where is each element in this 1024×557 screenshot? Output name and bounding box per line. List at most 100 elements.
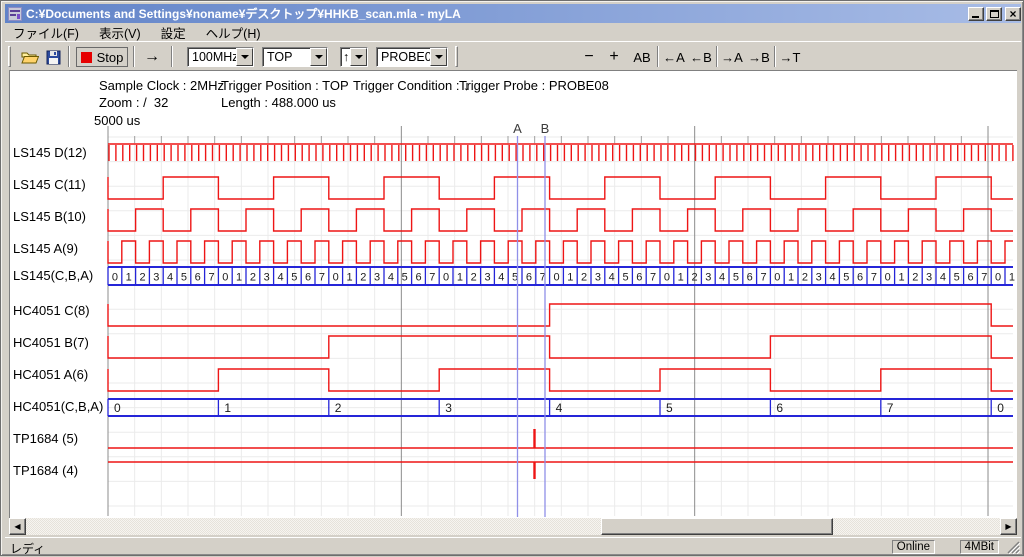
bus-value: 6: [967, 272, 973, 284]
chevron-down-icon[interactable]: [236, 48, 253, 66]
zoom-in-button[interactable]: +: [602, 47, 626, 67]
scroll-right-icon: ▶: [1005, 522, 1011, 531]
goto-cursor-b-right-button[interactable]: →B: [746, 47, 772, 67]
goto-cursor-a-right-button[interactable]: →A: [719, 47, 745, 67]
bus-value: 4: [940, 272, 946, 284]
goto-trigger-button[interactable]: →T: [777, 47, 803, 67]
stop-label: Stop: [97, 50, 124, 65]
bus-value: 1: [236, 272, 242, 284]
zoom-out-button[interactable]: −: [577, 47, 601, 67]
maximize-button[interactable]: [986, 7, 1002, 21]
bus-value: 2: [912, 272, 918, 284]
probe-value: PROBE00: [377, 48, 430, 66]
trigger-edge-select[interactable]: ↑: [340, 47, 368, 67]
bus-value: 6: [526, 272, 532, 284]
signal-label-8: HC4051(C,B,A): [13, 399, 103, 415]
close-button[interactable]: ×: [1005, 7, 1021, 21]
menu-item-1[interactable]: 表示(V): [91, 22, 149, 43]
bus-value: 4: [498, 272, 504, 284]
open-file-button[interactable]: [18, 46, 41, 68]
bus-value: 7: [760, 272, 766, 284]
signal-label-4: LS145(C,B,A): [13, 268, 93, 284]
toolbar-separator: [657, 46, 659, 67]
bus-value: 5: [843, 272, 849, 284]
run-button[interactable]: →: [138, 47, 166, 67]
goto-cursor-b-left-button[interactable]: ←B: [688, 47, 714, 67]
bus-value: 4: [277, 272, 283, 284]
bus-value: 0: [664, 272, 670, 284]
bus-value: 7: [429, 272, 435, 284]
bus-value: 0: [553, 272, 559, 284]
cursor-label-b: B: [541, 121, 550, 136]
trigger-position-select[interactable]: TOP: [262, 47, 328, 67]
bus-value: 6: [857, 272, 863, 284]
toolbar-grip[interactable]: [455, 46, 458, 67]
minimize-icon: [972, 16, 979, 18]
bus-value: 7: [208, 272, 214, 284]
bus-value: 6: [636, 272, 642, 284]
save-file-button[interactable]: [42, 46, 65, 68]
chevron-down-icon[interactable]: [350, 48, 367, 66]
menu-item-3[interactable]: ヘルプ(H): [198, 22, 269, 43]
bus-value: 5: [402, 272, 408, 284]
bus-value: 3: [264, 272, 270, 284]
menu-item-0[interactable]: ファイル(F): [5, 22, 87, 43]
signal-label-5: HC4051 C(8): [13, 303, 90, 319]
scrollbar-thumb[interactable]: [601, 518, 833, 535]
info-zoom: Zoom : / 32: [99, 95, 168, 110]
chevron-down-icon[interactable]: [310, 48, 327, 66]
chevron-down-icon[interactable]: [430, 48, 447, 66]
bus-value: 2: [802, 272, 808, 284]
minimize-button[interactable]: [968, 7, 984, 21]
bus-value: 7: [887, 401, 894, 415]
bus-value: 1: [126, 272, 132, 284]
stop-button[interactable]: Stop: [76, 47, 128, 67]
bus-value: 6: [195, 272, 201, 284]
status-online-badge: Online: [892, 540, 935, 554]
bus-value: 0: [997, 401, 1004, 415]
toolbar-grip[interactable]: [8, 46, 11, 67]
info-trigger-probe: Trigger Probe : PROBE08: [459, 78, 609, 93]
bus-value: 4: [609, 272, 615, 284]
status-bar: レディ Online 4MBit: [5, 537, 1021, 554]
bus-value: 4: [556, 401, 563, 415]
signal-trace-7: [108, 369, 1013, 391]
bus-value: 6: [305, 272, 311, 284]
bus-value: 2: [139, 272, 145, 284]
scroll-left-button[interactable]: ◀: [9, 518, 26, 535]
bus-value: 5: [733, 272, 739, 284]
ruler-time-label: 5000 us: [94, 113, 140, 128]
scroll-left-icon: ◀: [14, 522, 20, 531]
toolbar-separator: [68, 46, 70, 67]
bus-value: 5: [291, 272, 297, 284]
goto-cursor-a-left-button[interactable]: ←A: [661, 47, 687, 67]
menu-item-2[interactable]: 設定: [153, 22, 194, 43]
bus-value: 0: [112, 272, 118, 284]
floppy-disk-icon: [46, 50, 61, 65]
bus-value: 0: [333, 272, 339, 284]
bus-value: 4: [829, 272, 835, 284]
bus-value: 7: [871, 272, 877, 284]
signal-trace-1: [108, 177, 1013, 199]
bus-value: 6: [415, 272, 421, 284]
bus-value: 1: [346, 272, 352, 284]
bus-value: 2: [471, 272, 477, 284]
scroll-right-button[interactable]: ▶: [1000, 518, 1017, 535]
signal-label-9: TP1684 (5): [13, 431, 78, 447]
bus-value: 2: [691, 272, 697, 284]
bus-value: 7: [319, 272, 325, 284]
menu-bar: ファイル(F)表示(V)設定ヘルプ(H): [5, 24, 1021, 41]
probe-select[interactable]: PROBE00: [376, 47, 448, 67]
signal-label-3: LS145 A(9): [13, 241, 78, 257]
zoom-ab-button[interactable]: AB: [628, 47, 656, 67]
resize-grip-icon[interactable]: [1007, 541, 1020, 554]
bus-value: 5: [181, 272, 187, 284]
signal-label-1: LS145 C(11): [13, 177, 86, 193]
bus-value: 1: [678, 272, 684, 284]
horizontal-scrollbar[interactable]: ◀ ▶: [9, 518, 1017, 535]
waveform-canvas[interactable]: 0123456701234567012345670123456701234567…: [9, 111, 1017, 518]
bus-value: 2: [250, 272, 256, 284]
signal-label-6: HC4051 B(7): [13, 335, 89, 351]
sample-clock-select[interactable]: 100MHz: [187, 47, 254, 67]
title-bar: C:¥Documents and Settings¥noname¥デスクトップ¥…: [5, 4, 1021, 23]
